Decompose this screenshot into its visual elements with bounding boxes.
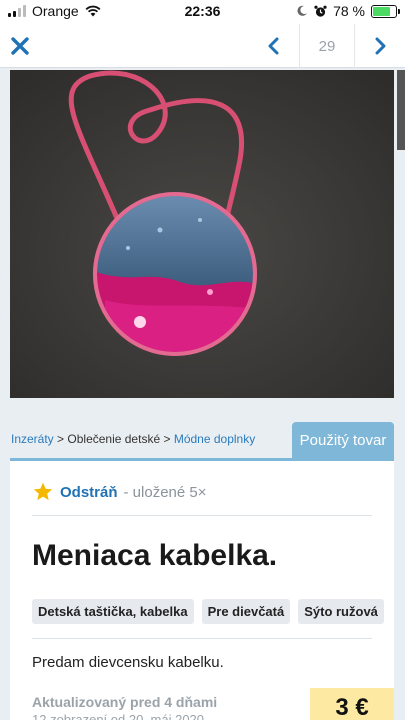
listing-title: Meniaca kabelka. <box>32 539 278 572</box>
tag-list: Detská taštička, kabelka Pre dievčatá Sý… <box>32 599 384 624</box>
divider <box>32 515 372 516</box>
remove-saved-link[interactable]: Odstráň <box>60 484 118 501</box>
chevron-right-icon <box>375 37 386 55</box>
alarm-icon <box>314 5 327 17</box>
next-photo-peek <box>397 70 405 150</box>
star-icon[interactable] <box>32 481 54 503</box>
listing-description: Predam dievcensku kabelku. <box>32 654 224 671</box>
handbag-image <box>10 70 394 398</box>
close-icon[interactable] <box>6 32 34 60</box>
status-bar: Orange 22:36 78 % <box>0 0 405 24</box>
pagination: 29 <box>249 24 405 68</box>
breadcrumb-inzeraty[interactable]: Inzeráty <box>11 432 54 446</box>
breadcrumb-category: Oblečenie detské <box>67 432 161 446</box>
tag-item[interactable]: Sýto ružová <box>298 599 384 624</box>
nav-bar: 29 <box>0 24 405 68</box>
listing-card: Odstráň - uložené 5× Meniaca kabelka. De… <box>10 458 394 720</box>
condition-badge: Použitý tovar <box>292 422 394 458</box>
views-text: 12 zobrazení od 20. máj 2020 <box>32 712 205 720</box>
breadcrumb-row: Inzeráty > Oblečenie detské > Módne dopl… <box>10 422 394 458</box>
breadcrumb-separator: > <box>57 432 65 446</box>
battery-percent: 78 % <box>333 3 365 19</box>
moon-icon <box>297 5 308 16</box>
divider <box>32 638 372 639</box>
updated-text: Aktualizovaný pred 4 dňami <box>32 694 218 710</box>
tag-item[interactable]: Detská taštička, kabelka <box>32 599 194 624</box>
breadcrumb: Inzeráty > Oblečenie detské > Módne dopl… <box>11 432 255 446</box>
listing-photo[interactable] <box>10 70 394 398</box>
prev-button[interactable] <box>249 24 299 68</box>
price-badge: 3 € <box>310 688 394 720</box>
next-button[interactable] <box>355 24 405 68</box>
battery-icon <box>371 4 400 18</box>
status-right: 78 % <box>296 3 400 19</box>
listing-counter: 29 <box>299 24 355 68</box>
saved-row: Odstráň - uložené 5× <box>32 481 207 503</box>
tag-item[interactable]: Pre dievčatá <box>201 599 291 624</box>
breadcrumb-subcategory[interactable]: Módne doplnky <box>174 432 255 446</box>
saved-count: - uložené 5× <box>123 483 207 501</box>
breadcrumb-separator: > <box>163 432 171 446</box>
chevron-left-icon <box>268 37 279 55</box>
